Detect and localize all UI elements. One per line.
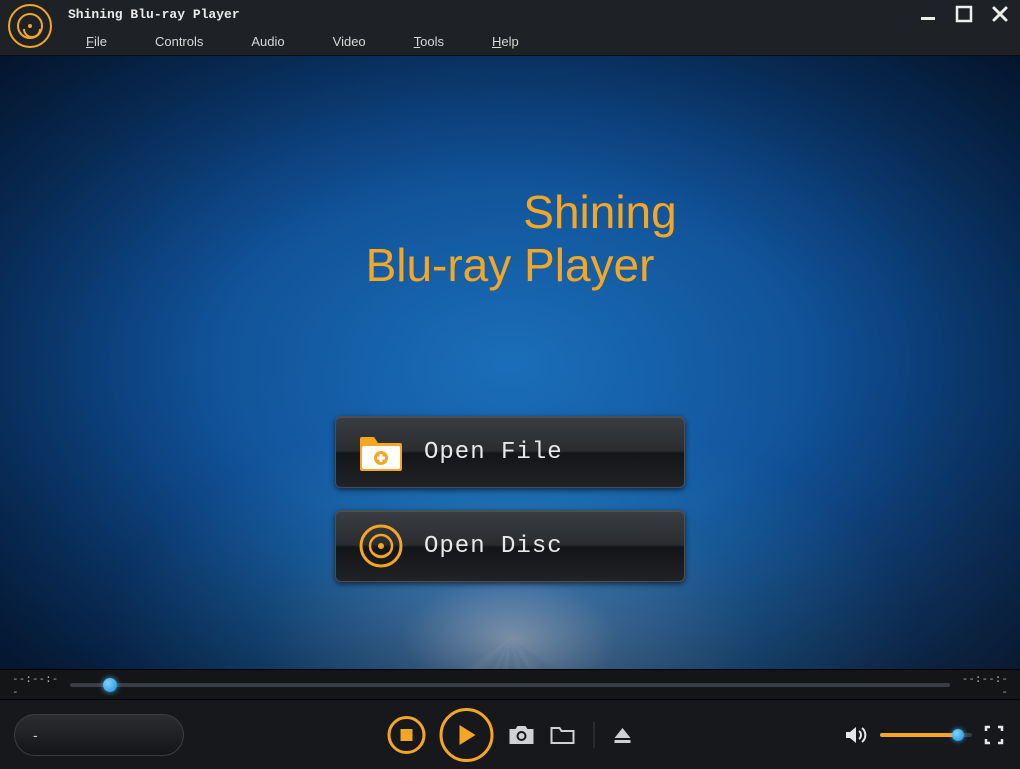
brand-line2: Blu-ray Player — [0, 239, 1020, 292]
volume-thumb-icon — [952, 729, 964, 741]
snapshot-button[interactable] — [508, 724, 536, 746]
center-action-buttons: Open File Open Disc — [335, 416, 685, 582]
camera-icon — [508, 724, 536, 746]
progress-bar-row: --:--:-- --:--:-- — [0, 669, 1020, 699]
control-separator — [594, 722, 595, 748]
menu-tools[interactable]: Tools — [390, 30, 468, 53]
menu-video[interactable]: Video — [309, 30, 390, 53]
seek-slider[interactable] — [70, 683, 950, 687]
info-text: - — [33, 727, 38, 743]
open-folder-button[interactable] — [550, 725, 576, 745]
info-display: - — [14, 714, 184, 756]
fullscreen-button[interactable] — [984, 725, 1004, 745]
app-title: Shining Blu-ray Player — [68, 7, 240, 22]
menu-help[interactable]: Help — [468, 30, 543, 53]
stop-icon — [400, 728, 414, 742]
app-logo-icon — [8, 4, 52, 48]
video-area: Shining Blu-ray Player Open File — [0, 56, 1020, 669]
app-window: Shining Blu-ray Player File Controls Aud… — [0, 0, 1020, 769]
remaining-time: --:--:-- — [960, 672, 1008, 698]
volume-button[interactable] — [844, 725, 868, 745]
open-file-button[interactable]: Open File — [335, 416, 685, 488]
fullscreen-icon — [984, 725, 1004, 745]
menu-controls[interactable]: Controls — [131, 30, 227, 53]
play-icon — [456, 723, 478, 747]
volume-fill — [880, 733, 958, 737]
menu-audio[interactable]: Audio — [227, 30, 308, 53]
open-disc-button[interactable]: Open Disc — [335, 510, 685, 582]
brand-title: Shining Blu-ray Player — [0, 186, 1020, 292]
maximize-button[interactable] — [952, 2, 976, 26]
brand-line1: Shining — [0, 186, 1020, 239]
minimize-button[interactable] — [916, 2, 940, 26]
playback-controls — [388, 708, 633, 762]
title-bar: Shining Blu-ray Player — [0, 0, 1020, 28]
volume-slider[interactable] — [880, 733, 972, 737]
right-controls — [844, 725, 1004, 745]
window-controls — [916, 2, 1012, 26]
eject-button[interactable] — [613, 726, 633, 744]
open-disc-label: Open Disc — [424, 533, 563, 560]
close-button[interactable] — [988, 2, 1012, 26]
disc-icon — [358, 523, 404, 569]
eject-icon — [613, 726, 633, 744]
play-button[interactable] — [440, 708, 494, 762]
elapsed-time: --:--:-- — [12, 672, 60, 698]
menu-bar: File Controls Audio Video Tools Help — [0, 28, 1020, 56]
menu-file[interactable]: File — [62, 30, 131, 53]
folder-plus-icon — [358, 429, 404, 475]
control-bar: - — [0, 699, 1020, 769]
stop-button[interactable] — [388, 716, 426, 754]
seek-thumb-icon — [103, 678, 117, 692]
folder-icon — [550, 725, 576, 745]
speaker-icon — [844, 725, 868, 745]
open-file-label: Open File — [424, 439, 563, 466]
